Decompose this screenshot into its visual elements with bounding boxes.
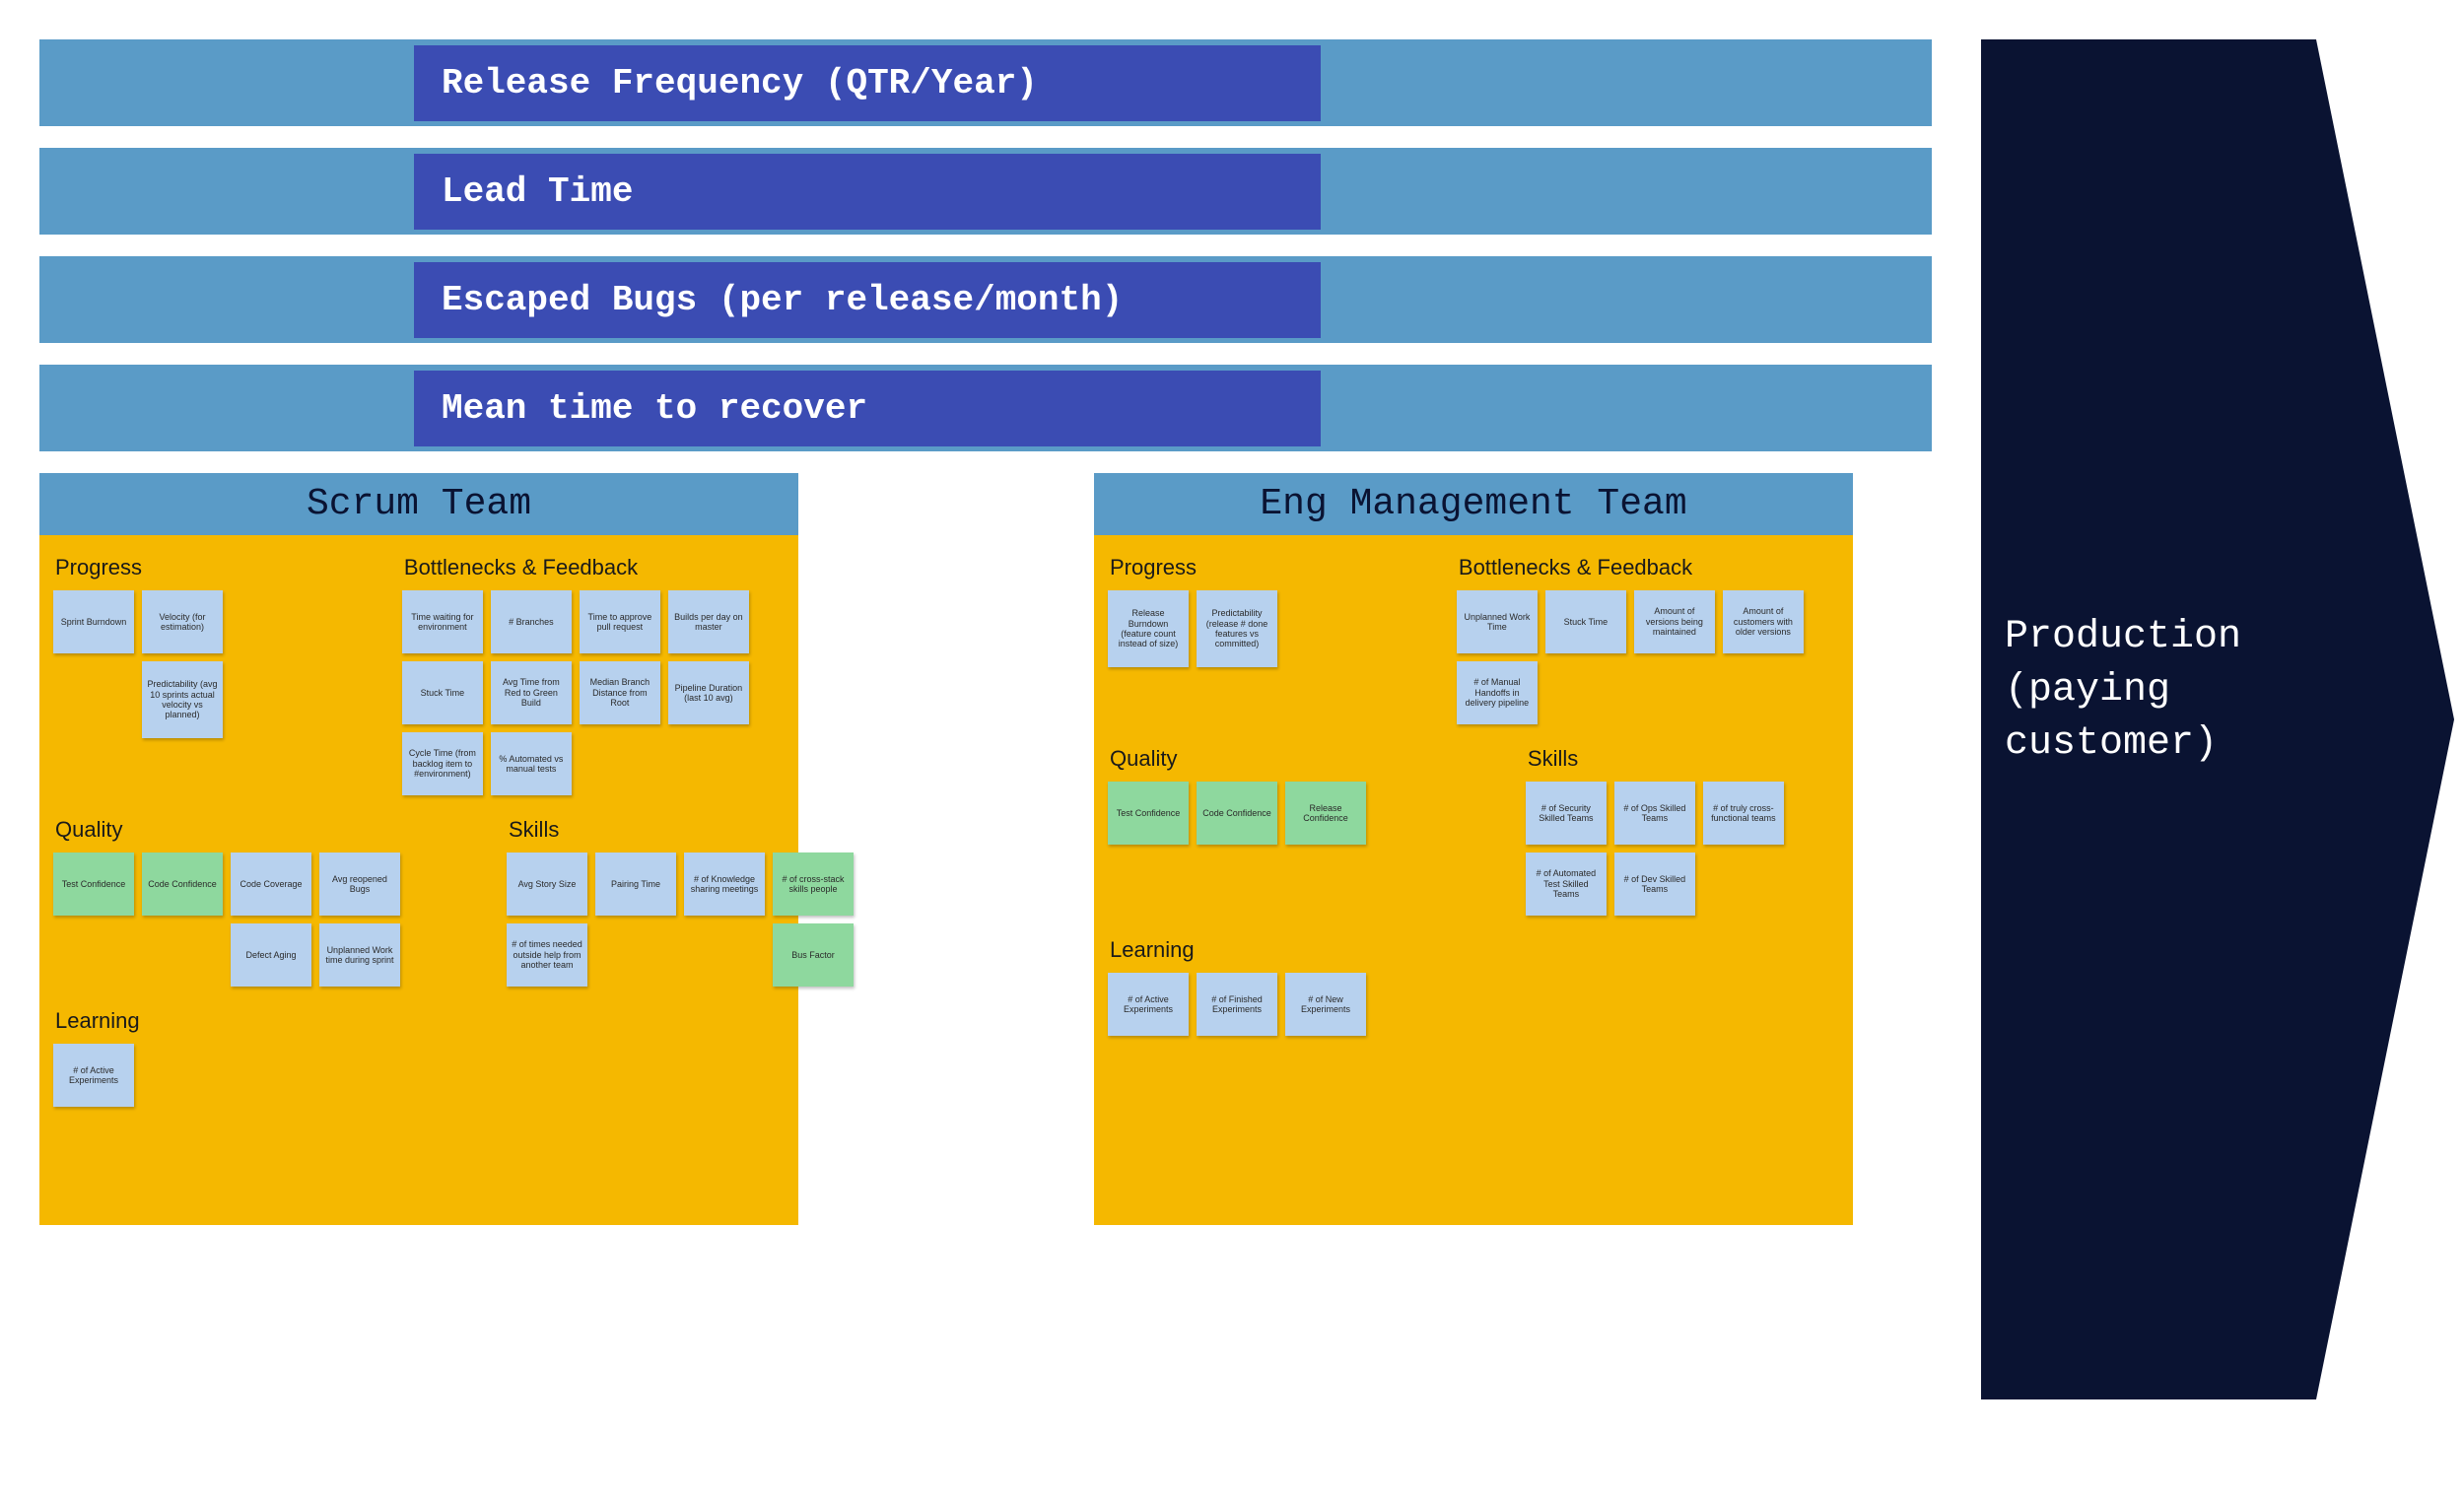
section-heading: Skills (1528, 746, 1859, 772)
notes: Test Confidence Code Confidence Release … (1108, 782, 1437, 845)
sticky-note[interactable]: Release Burndown (feature count instead … (1108, 590, 1189, 667)
sticky-note[interactable]: Bus Factor (773, 923, 854, 987)
sticky-note[interactable]: Defect Aging (231, 923, 311, 987)
metric-label: Lead Time (414, 154, 1321, 230)
sticky-note[interactable]: Stuck Time (402, 661, 483, 724)
section-bottlenecks: Bottlenecks & Feedback Unplanned Work Ti… (1457, 549, 1859, 724)
metric-bar: Release Frequency (QTR/Year) (39, 39, 1932, 126)
sticky-note[interactable]: Test Confidence (53, 852, 134, 916)
sticky-note[interactable]: Code Confidence (1197, 782, 1277, 845)
sticky-note[interactable]: # of Active Experiments (1108, 973, 1189, 1036)
sticky-note[interactable]: Pairing Time (595, 852, 676, 916)
sticky-note[interactable]: Velocity (for estimation) (142, 590, 223, 653)
section-heading: Learning (1110, 937, 1839, 963)
sticky-note[interactable]: Pipeline Duration (last 10 avg) (668, 661, 749, 724)
sticky-note[interactable]: # of Ops Skilled Teams (1614, 782, 1695, 845)
sticky-note[interactable]: Avg Story Size (507, 852, 587, 916)
sticky-note[interactable]: # of Knowledge sharing meetings (684, 852, 765, 916)
sticky-note[interactable]: # of times needed outside help from anot… (507, 923, 587, 987)
notes: Avg Story Size Pairing Time # of Knowled… (507, 852, 871, 987)
boards-row: Scrum Team Progress Sprint Burndown Velo… (39, 473, 1932, 1225)
production-arrow: Production (paying customer) (1981, 39, 2454, 1399)
section-heading: Skills (509, 817, 871, 843)
sticky-note[interactable]: Stuck Time (1545, 590, 1626, 653)
sticky-note[interactable]: # of Manual Handoffs in delivery pipelin… (1457, 661, 1538, 724)
metric-bar: Lead Time (39, 148, 1932, 235)
arrow-label: Production (paying customer) (2005, 615, 2241, 766)
sticky-note[interactable]: # of cross-stack skills people (773, 852, 854, 916)
sticky-note[interactable]: Unplanned Work time during sprint (319, 923, 400, 987)
section-skills: Skills Avg Story Size Pairing Time # of … (438, 811, 871, 987)
section-progress: Progress Sprint Burndown Velocity (for e… (53, 549, 382, 795)
notes: Sprint Burndown Velocity (for estimation… (53, 590, 240, 738)
section-heading: Progress (55, 555, 382, 580)
sticky-note[interactable]: Predictability (release # done features … (1197, 590, 1277, 667)
section-heading: Bottlenecks & Feedback (1459, 555, 1859, 580)
sticky-note[interactable]: # of New Experiments (1285, 973, 1366, 1036)
notes: Test Confidence Code Confidence Code Cov… (53, 852, 418, 987)
metric-bar: Mean time to recover (39, 365, 1932, 451)
sticky-note[interactable]: # of Automated Test Skilled Teams (1526, 852, 1607, 916)
sticky-note[interactable]: Code Confidence (142, 852, 223, 916)
section-heading: Learning (55, 1008, 785, 1034)
sticky-note[interactable]: Test Confidence (1108, 782, 1189, 845)
board-body: Progress Release Burndown (feature count… (1094, 535, 1853, 1225)
section-heading: Quality (55, 817, 418, 843)
sticky-note[interactable]: Avg Time from Red to Green Build (491, 661, 572, 724)
sticky-note[interactable]: Amount of customers with older versions (1723, 590, 1804, 653)
notes: Time waiting for environment # Branches … (402, 590, 804, 795)
board-title: Eng Management Team (1094, 473, 1853, 535)
sticky-note[interactable]: Time waiting for environment (402, 590, 483, 653)
sticky-note[interactable]: Unplanned Work Time (1457, 590, 1538, 653)
arrow-head-icon (2316, 39, 2454, 1399)
sticky-note[interactable]: Avg reopened Bugs (319, 852, 400, 916)
sticky-note[interactable]: Code Coverage (231, 852, 311, 916)
section-learning: Learning # of Active Experiments (53, 1008, 785, 1107)
metric-label: Mean time to recover (414, 371, 1321, 446)
board-scrum-team: Scrum Team Progress Sprint Burndown Velo… (39, 473, 798, 1225)
section-heading: Bottlenecks & Feedback (404, 555, 804, 580)
metric-label: Escaped Bugs (per release/month) (414, 262, 1321, 338)
section-quality: Quality Test Confidence Code Confidence … (53, 811, 418, 987)
sticky-note[interactable]: # of truly cross-functional teams (1703, 782, 1784, 845)
notes: Unplanned Work Time Stuck Time Amount of… (1457, 590, 1821, 724)
notes: # of Security Skilled Teams # of Ops Ski… (1526, 782, 1802, 916)
sticky-note[interactable]: # of Security Skilled Teams (1526, 782, 1607, 845)
section-learning: Learning # of Active Experiments # of Fi… (1108, 937, 1839, 1036)
board-body: Progress Sprint Burndown Velocity (for e… (39, 535, 798, 1225)
arrow-body: Production (paying customer) (1981, 39, 2316, 1399)
metric-bars: Release Frequency (QTR/Year) Lead Time E… (39, 39, 1932, 451)
board-eng-management-team: Eng Management Team Progress Release Bur… (1094, 473, 1853, 1225)
sticky-note[interactable]: Amount of versions being maintained (1634, 590, 1715, 653)
notes: # of Active Experiments (53, 1044, 785, 1107)
sticky-note[interactable]: # of Active Experiments (53, 1044, 134, 1107)
sticky-note[interactable]: # of Finished Experiments (1197, 973, 1277, 1036)
metric-label: Release Frequency (QTR/Year) (414, 45, 1321, 121)
notes: # of Active Experiments # of Finished Ex… (1108, 973, 1839, 1036)
sticky-note[interactable]: # of Dev Skilled Teams (1614, 852, 1695, 916)
sticky-note[interactable]: % Automated vs manual tests (491, 732, 572, 795)
sticky-note[interactable]: Builds per day on master (668, 590, 749, 653)
section-bottlenecks: Bottlenecks & Feedback Time waiting for … (402, 549, 804, 795)
section-quality: Quality Test Confidence Code Confidence … (1108, 740, 1437, 916)
section-progress: Progress Release Burndown (feature count… (1108, 549, 1437, 724)
section-heading: Quality (1110, 746, 1437, 772)
sticky-note[interactable]: Median Branch Distance from Root (580, 661, 660, 724)
section-heading: Progress (1110, 555, 1437, 580)
sticky-note[interactable]: Predictability (avg 10 sprints actual ve… (142, 661, 223, 738)
metric-bar: Escaped Bugs (per release/month) (39, 256, 1932, 343)
board-title: Scrum Team (39, 473, 798, 535)
notes: Release Burndown (feature count instead … (1108, 590, 1437, 667)
sticky-note[interactable]: Cycle Time (from backlog item to #enviro… (402, 732, 483, 795)
sticky-note[interactable]: Time to approve pull request (580, 590, 660, 653)
sticky-note[interactable]: Release Confidence (1285, 782, 1366, 845)
sticky-note[interactable]: # Branches (491, 590, 572, 653)
section-skills: Skills # of Security Skilled Teams # of … (1457, 740, 1859, 916)
sticky-note[interactable]: Sprint Burndown (53, 590, 134, 653)
